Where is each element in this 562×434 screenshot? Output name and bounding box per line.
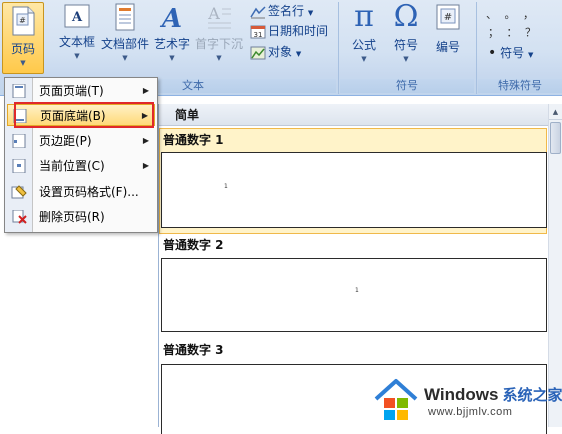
page-number-menu: 页面页端(T) ▶ 页面底端(B) ▶ 页边距(P) ▶ 当前位置(C) ▶ 设… (4, 77, 158, 233)
current-position-icon (12, 159, 26, 173)
wordart-icon: A (159, 4, 182, 31)
svg-text:A: A (159, 4, 182, 31)
watermark-title: Windows 系统之家 (424, 384, 562, 405)
dropcap-button[interactable]: A 首字下沉 ▼ (194, 3, 244, 62)
chevron-down-icon: ▼ (20, 59, 26, 67)
gallery-item-title: 普通数字 2 (163, 238, 224, 252)
date-time-label: 日期和时间 (268, 24, 329, 38)
numbering-label: 编号 (435, 40, 460, 54)
chevron-down-icon: ▼ (403, 55, 409, 63)
svg-text:#: # (19, 16, 26, 25)
gallery-item-plain-number-2[interactable]: 1 (161, 258, 547, 332)
menu-item-label: 设置页码格式(F)... (39, 185, 139, 199)
object-label: 对象 (268, 45, 293, 59)
watermark-url: www.bjjmlv.com (428, 406, 513, 418)
page-margin-icon (12, 134, 26, 148)
menu-item-label: 当前位置(C) (39, 159, 105, 173)
menu-item-page-top[interactable]: 页面页端(T) ▶ (7, 80, 155, 102)
remove-page-number-icon (12, 210, 27, 224)
menu-item-label: 删除页码(R) (39, 210, 105, 224)
special-symbol-label: 符号 (500, 46, 525, 60)
group-divider (476, 2, 477, 94)
calendar-icon: 31 (250, 25, 266, 39)
equation-button[interactable]: π 公式 ▼ (344, 0, 384, 64)
gallery-item-plain-number-1[interactable]: 1 (161, 152, 547, 228)
textbox-button[interactable]: A 文本框 ▼ (56, 3, 98, 60)
quick-parts-icon (115, 3, 135, 31)
page-number-sample: 1 (224, 183, 228, 190)
chevron-down-icon: ▼ (74, 52, 80, 60)
format-page-number-icon (11, 185, 27, 199)
scroll-up-icon[interactable]: ▲ (549, 104, 562, 120)
symbols-group-label: 符号 (340, 79, 474, 93)
page-top-icon (12, 84, 26, 98)
special-symbol-button[interactable]: • 符号 ▼ (488, 44, 533, 61)
house-logo-icon (374, 379, 418, 420)
svg-text:A: A (71, 10, 83, 25)
chevron-down-icon: ▼ (361, 55, 367, 63)
menu-item-format-page-numbers[interactable]: 设置页码格式(F)... (7, 181, 155, 203)
quick-parts-button[interactable]: 文档部件 ▼ (99, 3, 151, 62)
chevron-right-icon: ▶ (142, 161, 149, 170)
textbox-label: 文本框 (58, 35, 95, 49)
menu-item-label: 页边距(P) (39, 134, 92, 148)
special-symbols-row-1[interactable]: 、 。 ， (486, 6, 536, 22)
numbering-icon: # (436, 4, 460, 30)
date-time-button[interactable]: 31 日期和时间 (250, 22, 328, 39)
object-button[interactable]: 对象 ▼ (250, 43, 301, 60)
special-symbols-group-label: 特殊符号 (478, 79, 562, 93)
chevron-down-icon: ▼ (169, 54, 175, 62)
menu-item-remove-page-numbers[interactable]: 删除页码(R) (7, 206, 155, 228)
signature-icon (250, 5, 266, 18)
svg-text:A: A (207, 4, 220, 23)
textbox-icon: A (64, 4, 90, 28)
bullet-icon: • (488, 45, 497, 61)
page-number-button[interactable]: # 页码 ▼ (2, 2, 44, 74)
signature-line-label: 签名行 (268, 4, 305, 18)
scroll-thumb[interactable] (550, 122, 561, 154)
menu-item-page-margin[interactable]: 页边距(P) ▶ (7, 130, 155, 152)
menu-item-current-position[interactable]: 当前位置(C) ▶ (7, 155, 155, 177)
chevron-right-icon: ▶ (142, 136, 149, 145)
page-number-sample: 1 (355, 287, 359, 294)
object-icon (250, 46, 266, 59)
watermark-subtitle: 系统之家 (502, 387, 562, 404)
wordart-label: 艺术字 (153, 37, 190, 51)
gallery-item-title: 普通数字 1 (163, 133, 224, 147)
watermark: Windows 系统之家 www.bjjmlv.com (372, 376, 562, 426)
chevron-right-icon: ▶ (142, 86, 149, 95)
dropcap-icon: A (207, 4, 231, 29)
wordart-button[interactable]: A 艺术字 ▼ (150, 3, 194, 62)
numbering-button[interactable]: # 编号 (428, 3, 468, 55)
gallery-category-header: 简单 (159, 104, 549, 126)
menu-item-label: 页面页端(T) (39, 84, 104, 98)
quick-parts-label: 文档部件 (100, 37, 149, 51)
symbol-label: 符号 (393, 38, 418, 52)
pi-icon: π (354, 0, 374, 34)
symbol-button[interactable]: Ω 符号 ▼ (386, 0, 426, 64)
svg-text:31: 31 (254, 31, 263, 39)
signature-line-button[interactable]: 签名行 ▼ (250, 2, 313, 19)
equation-label: 公式 (351, 38, 376, 52)
special-symbols-row-2[interactable]: ； ： ？ (488, 24, 538, 40)
page-number-icon: # (12, 6, 35, 36)
omega-icon: Ω (393, 0, 419, 34)
chevron-down-icon: ▼ (122, 54, 128, 62)
watermark-windows: Windows (424, 385, 499, 404)
svg-text:#: # (444, 12, 452, 23)
dropcap-label: 首字下沉 (194, 37, 243, 51)
chevron-down-icon: ▼ (216, 54, 222, 62)
page-number-label: 页码 (10, 42, 35, 56)
red-highlight-frame (14, 102, 154, 128)
gallery-item-title: 普通数字 3 (163, 343, 224, 357)
group-divider (338, 2, 339, 94)
